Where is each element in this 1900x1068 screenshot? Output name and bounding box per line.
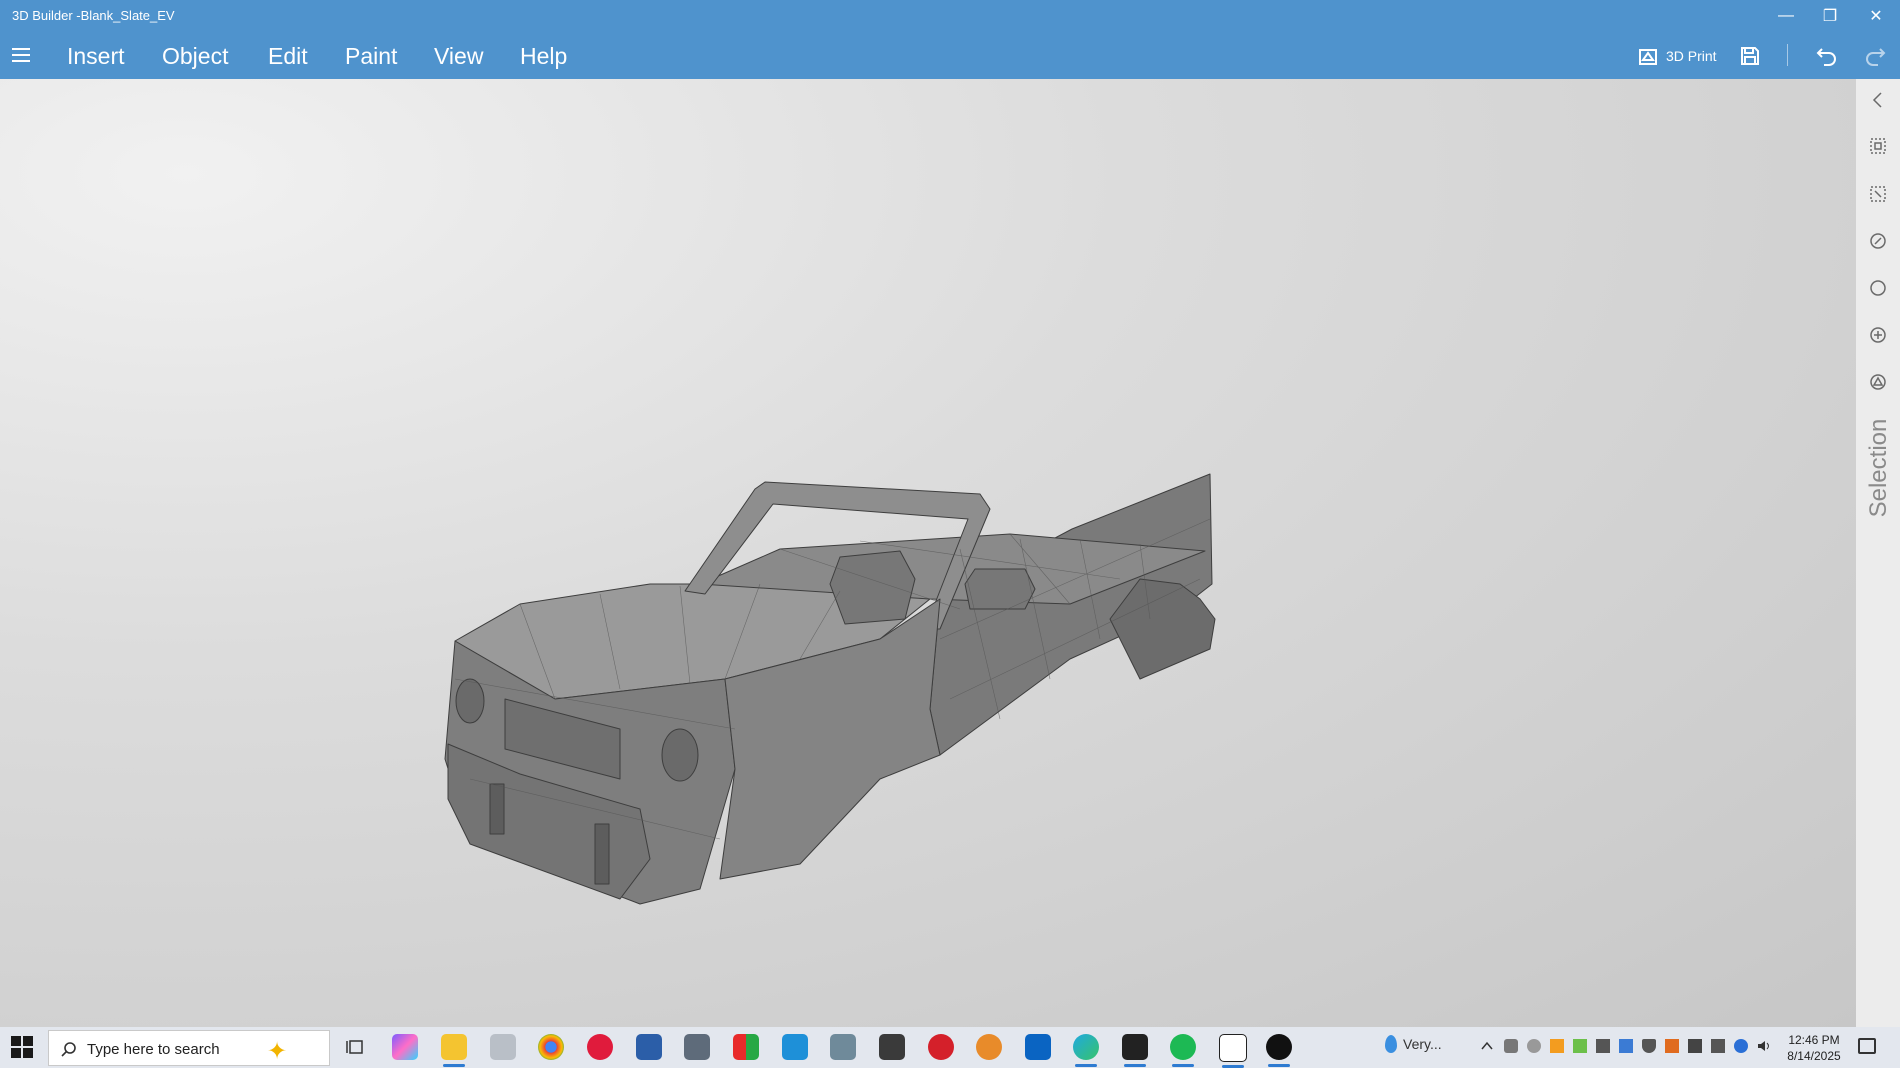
hamburger-menu-icon[interactable] bbox=[10, 44, 32, 66]
tray-blue-icon[interactable] bbox=[1619, 1039, 1633, 1053]
close-button[interactable]: ✕ bbox=[1856, 2, 1896, 30]
tray-green-icon[interactable] bbox=[1573, 1039, 1587, 1053]
game-app-icon[interactable] bbox=[733, 1034, 759, 1060]
onedrive-icon[interactable] bbox=[1527, 1039, 1541, 1053]
volume-icon[interactable] bbox=[1757, 1039, 1771, 1053]
sphere-mode-button[interactable] bbox=[1869, 279, 1887, 297]
taskbar: Type here to search ✦ Very... 12:46 PM 8… bbox=[0, 1027, 1900, 1068]
sparkle-icon: ✦ bbox=[267, 1038, 288, 1065]
windows-logo-icon bbox=[11, 1036, 33, 1058]
search-icon bbox=[61, 1042, 76, 1057]
copilot-icon[interactable] bbox=[392, 1034, 418, 1060]
select-all-button[interactable] bbox=[1869, 137, 1887, 155]
deselect-icon bbox=[1870, 186, 1886, 202]
clock-time: 12:46 PM bbox=[1788, 1033, 1840, 1047]
usb-icon[interactable] bbox=[1596, 1039, 1610, 1053]
chevron-up-icon[interactable] bbox=[1480, 1039, 1494, 1053]
tray-app-icon[interactable] bbox=[1504, 1039, 1518, 1053]
app-icon[interactable] bbox=[1219, 1034, 1247, 1068]
menu-paint[interactable]: Paint bbox=[345, 43, 397, 70]
edge-icon[interactable] bbox=[1073, 1034, 1099, 1067]
circle-icon bbox=[1870, 280, 1886, 296]
minimize-button[interactable]: — bbox=[1766, 2, 1806, 30]
tray-orange-icon[interactable] bbox=[1550, 1039, 1564, 1053]
mesh-mode-icon bbox=[1870, 327, 1886, 343]
maps-icon[interactable] bbox=[976, 1034, 1002, 1060]
clock-date: 8/14/2025 bbox=[1787, 1049, 1841, 1063]
menu-object[interactable]: Object bbox=[162, 43, 228, 70]
object-mode-icon bbox=[1870, 233, 1886, 249]
weather-widget[interactable]: Very... bbox=[1385, 1035, 1442, 1053]
youtube-music-icon[interactable] bbox=[587, 1034, 613, 1060]
menu-edit[interactable]: Edit bbox=[268, 43, 308, 70]
selection-label: Selection bbox=[1865, 418, 1892, 518]
start-button[interactable] bbox=[10, 1035, 36, 1061]
undo-icon bbox=[1816, 48, 1836, 66]
save-icon bbox=[1741, 47, 1759, 65]
tray-dark-icon[interactable] bbox=[1688, 1039, 1702, 1053]
security-shield-icon[interactable] bbox=[1642, 1039, 1656, 1053]
app-header: 3D Builder -Blank_Slate_EV — ❐ ✕ Insert … bbox=[0, 0, 1900, 79]
device-app-icon[interactable] bbox=[830, 1034, 856, 1060]
car-model[interactable] bbox=[0, 79, 1856, 1027]
network-icon[interactable] bbox=[1711, 1039, 1725, 1053]
deselect-button[interactable] bbox=[1869, 185, 1887, 203]
weather-text: Very... bbox=[1403, 1036, 1442, 1052]
printer-app-icon[interactable] bbox=[490, 1034, 516, 1060]
save-button[interactable] bbox=[1740, 42, 1760, 70]
triangle-mode-button[interactable] bbox=[1869, 373, 1887, 391]
triangle-icon bbox=[1870, 374, 1886, 390]
tray-red-icon[interactable] bbox=[1665, 1039, 1679, 1053]
redo-icon bbox=[1866, 48, 1886, 66]
task-view-button[interactable] bbox=[343, 1034, 369, 1060]
camera-icon[interactable] bbox=[684, 1034, 710, 1060]
bluetooth-icon[interactable] bbox=[1734, 1039, 1748, 1053]
redo-button[interactable] bbox=[1864, 42, 1886, 70]
chevron-left-icon bbox=[1872, 92, 1882, 108]
menu-insert[interactable]: Insert bbox=[67, 43, 125, 70]
3d-print-icon bbox=[1639, 49, 1657, 65]
menu-view[interactable]: View bbox=[434, 43, 483, 70]
outlook-icon[interactable] bbox=[1025, 1034, 1051, 1060]
3d-print-label: 3D Print bbox=[1666, 48, 1717, 64]
unreal-app-icon[interactable] bbox=[1122, 1034, 1148, 1067]
menu-help[interactable]: Help bbox=[520, 43, 567, 70]
undo-button[interactable] bbox=[1816, 42, 1838, 70]
system-clock[interactable]: 12:46 PM 8/14/2025 bbox=[1784, 1032, 1844, 1064]
spotify-icon[interactable] bbox=[1170, 1034, 1196, 1067]
flashlight-app-icon[interactable] bbox=[879, 1034, 905, 1060]
select-all-icon bbox=[1870, 138, 1886, 154]
raindrop-icon bbox=[1385, 1035, 1397, 1053]
car-app-icon[interactable] bbox=[636, 1034, 662, 1060]
chrome-icon[interactable] bbox=[538, 1034, 564, 1060]
right-rail: Selection bbox=[1856, 79, 1900, 1027]
red-app-icon[interactable] bbox=[928, 1034, 954, 1060]
object-mode-button[interactable] bbox=[1869, 232, 1887, 250]
3d-viewport[interactable] bbox=[0, 79, 1856, 1027]
collapse-panel-button[interactable] bbox=[1869, 91, 1887, 109]
selection-panel-label[interactable]: Selection bbox=[1864, 409, 1892, 529]
taskbar-search-box[interactable]: Type here to search ✦ bbox=[48, 1030, 330, 1066]
mesh-mode-button[interactable] bbox=[1869, 326, 1887, 344]
restore-button[interactable]: ❐ bbox=[1810, 2, 1850, 30]
file-explorer-icon[interactable] bbox=[441, 1034, 467, 1067]
search-placeholder: Type here to search bbox=[87, 1041, 220, 1058]
task-view-icon bbox=[346, 1040, 363, 1054]
window-title: 3D Builder -Blank_Slate_EV bbox=[12, 8, 175, 23]
toolbar-divider bbox=[1787, 44, 1788, 66]
3d-print-button[interactable]: 3D Print bbox=[1638, 42, 1717, 70]
notification-center-icon[interactable] bbox=[1858, 1038, 1876, 1054]
store-icon[interactable] bbox=[782, 1034, 808, 1060]
3d-builder-taskbar-icon[interactable] bbox=[1266, 1034, 1292, 1067]
